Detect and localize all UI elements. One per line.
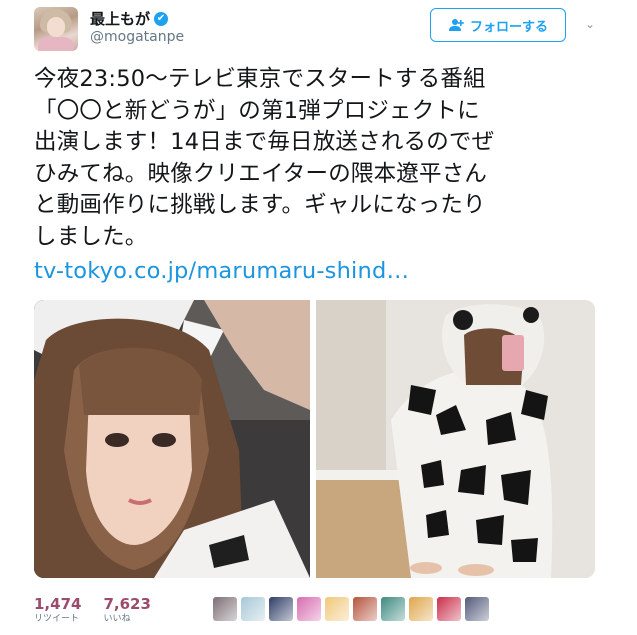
like-stat[interactable]: 7,623 いいね xyxy=(103,595,150,625)
follow-button-label: フォローする xyxy=(469,19,548,35)
display-name[interactable]: 最上もが xyxy=(90,8,150,29)
tweet-stats: 1,474 リツイート 7,623 いいね xyxy=(34,595,151,625)
liker-avatar[interactable] xyxy=(353,597,377,621)
liker-avatars xyxy=(213,597,489,621)
retweet-label: リツイート xyxy=(34,614,80,624)
liker-avatar[interactable] xyxy=(213,597,237,621)
like-count: 7,623 xyxy=(103,595,151,613)
tweet-header: 最上もが ✔ @mogatanpe フォローする ⌄ xyxy=(0,0,637,60)
retweet-count: 1,474 xyxy=(34,595,82,613)
tweet-link[interactable]: tv-tokyo.co.jp/marumaru-shind… xyxy=(34,258,409,284)
follow-button[interactable]: フォローする xyxy=(430,8,566,42)
liker-avatar[interactable] xyxy=(409,597,433,621)
user-handle[interactable]: @mogatanpe xyxy=(90,29,184,45)
chevron-down-icon[interactable]: ⌄ xyxy=(582,16,598,32)
verified-badge-icon: ✔ xyxy=(154,11,169,26)
add-person-icon xyxy=(448,19,464,31)
cow-costume-photo[interactable] xyxy=(316,300,595,578)
name-row[interactable]: 最上もが ✔ xyxy=(90,8,169,29)
liker-avatar[interactable] xyxy=(297,597,321,621)
liker-avatar[interactable] xyxy=(269,597,293,621)
avatar[interactable] xyxy=(34,7,78,51)
like-label: いいね xyxy=(103,614,131,624)
liker-avatar[interactable] xyxy=(241,597,265,621)
retweet-stat[interactable]: 1,474 リツイート xyxy=(34,595,81,625)
liker-avatar[interactable] xyxy=(325,597,349,621)
avatar-face xyxy=(47,17,65,37)
selfie-photo[interactable] xyxy=(34,300,310,578)
selfie-photo-illustration xyxy=(34,300,310,578)
liker-avatar[interactable] xyxy=(381,597,405,621)
avatar-body xyxy=(38,37,74,51)
liker-avatar[interactable] xyxy=(437,597,461,621)
cow-costume-photo-illustration xyxy=(316,300,595,578)
tweet-text: 今夜23:50〜テレビ東京でスタートする番組 「〇〇と新どうが」の第1弾プロジェ… xyxy=(34,66,495,250)
liker-avatar[interactable] xyxy=(465,597,489,621)
